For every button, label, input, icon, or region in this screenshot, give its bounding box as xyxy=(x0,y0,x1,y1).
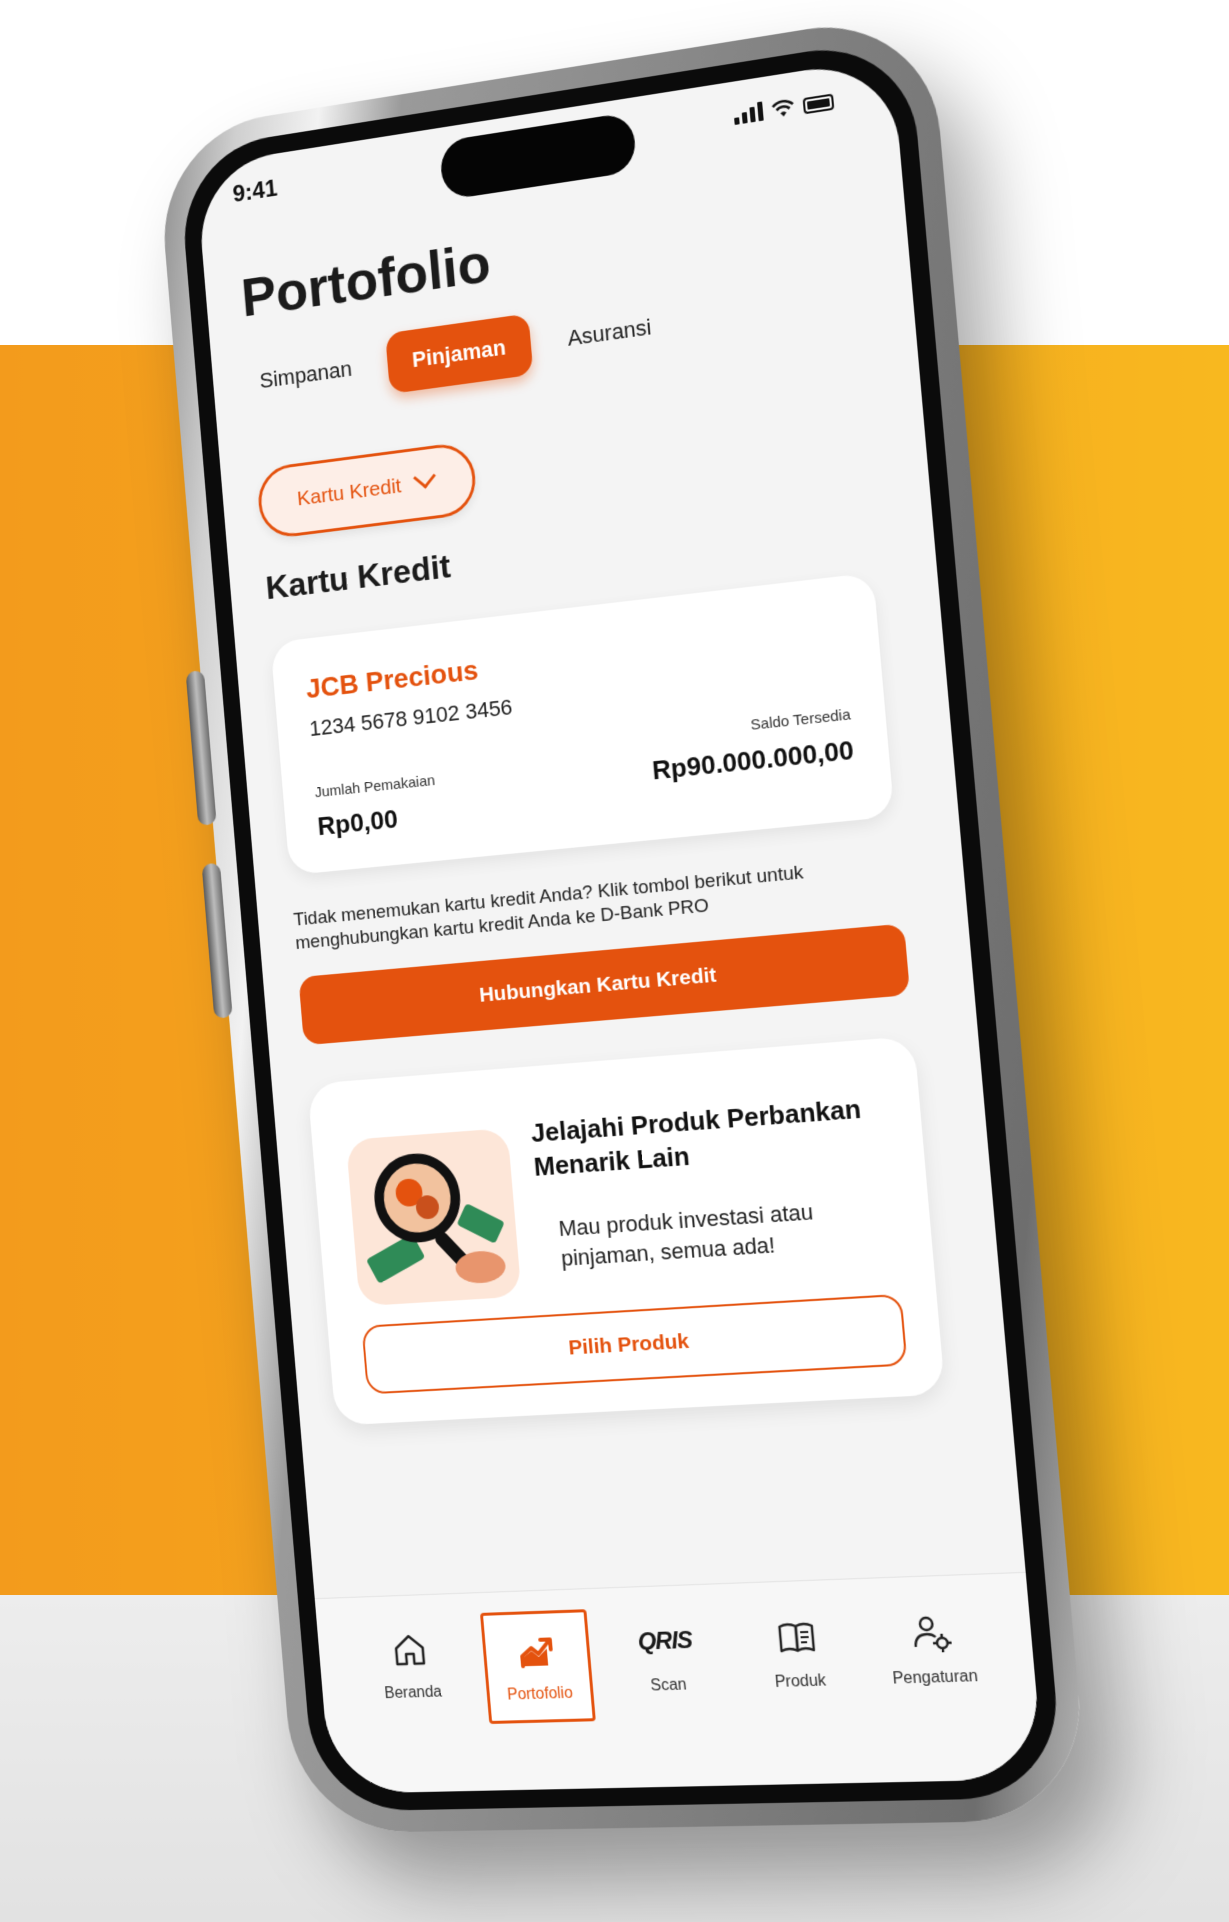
choose-product-button[interactable]: Pilih Produk xyxy=(361,1293,908,1395)
tab-pinjaman[interactable]: Pinjaman xyxy=(385,313,534,395)
section-title: Kartu Kredit xyxy=(264,547,452,608)
page-title: Portofolio xyxy=(238,230,493,329)
trend-up-icon xyxy=(514,1629,558,1672)
status-time: 9:41 xyxy=(231,175,279,208)
bottom-navigation: Beranda Portofolio QRIS Scan Produk Peng… xyxy=(314,1571,1044,1794)
dropdown-selected-value: Kartu Kredit xyxy=(296,474,403,511)
dynamic-island xyxy=(438,111,638,201)
home-icon xyxy=(388,1629,431,1672)
nav-item-scan[interactable]: QRIS Scan xyxy=(609,1619,724,1697)
user-settings-icon xyxy=(908,1611,955,1656)
loan-type-dropdown[interactable]: Kartu Kredit xyxy=(255,440,479,541)
nav-label-produk: Produk xyxy=(774,1672,827,1692)
signal-icon xyxy=(733,101,764,125)
wifi-icon xyxy=(770,97,796,117)
magnifier-money-illustration xyxy=(345,1127,522,1307)
qris-icon: QRIS xyxy=(636,1626,694,1656)
chevron-down-icon xyxy=(413,467,436,491)
nav-label-pengaturan: Pengaturan xyxy=(891,1667,979,1688)
card-name: JCB Precious xyxy=(304,654,480,705)
promo-subtitle: Mau produk investasi atau pinjaman, semu… xyxy=(557,1199,815,1271)
nav-label-beranda: Beranda xyxy=(383,1683,443,1703)
balance-value: Rp90.000.000,00 xyxy=(651,734,855,786)
balance-label: Saldo Tersedia xyxy=(749,706,852,734)
promo-title: Jelajahi Produk Perbankan Menarik Lain xyxy=(529,1093,863,1182)
tab-asuransi[interactable]: Asuransi xyxy=(553,297,665,369)
nav-item-produk[interactable]: Produk xyxy=(739,1614,856,1693)
battery-icon xyxy=(802,93,835,115)
book-icon xyxy=(774,1615,820,1659)
nav-label-portofolio: Portofolio xyxy=(506,1684,574,1704)
nav-item-beranda[interactable]: Beranda xyxy=(356,1628,466,1704)
tab-simpanan[interactable]: Simpanan xyxy=(246,339,365,411)
nav-label-scan: Scan xyxy=(649,1676,688,1695)
phone-mockup: 9:41 Portofolio Simpanan Pinjaman Asuran… xyxy=(155,9,1090,1834)
usage-value: Rp0,00 xyxy=(316,803,399,842)
credit-card-panel[interactable]: JCB Precious 1234 5678 9102 3456 Jumlah … xyxy=(270,572,895,876)
promo-card: Jelajahi Produk Perbankan Menarik Lain M… xyxy=(307,1035,946,1426)
nav-item-pengaturan[interactable]: Pengaturan xyxy=(873,1610,993,1690)
nav-item-portofolio[interactable]: Portofolio xyxy=(479,1609,596,1724)
magnifier-icon xyxy=(346,1128,507,1285)
usage-label: Jumlah Pemakaian xyxy=(314,772,436,802)
status-icons xyxy=(733,90,835,125)
